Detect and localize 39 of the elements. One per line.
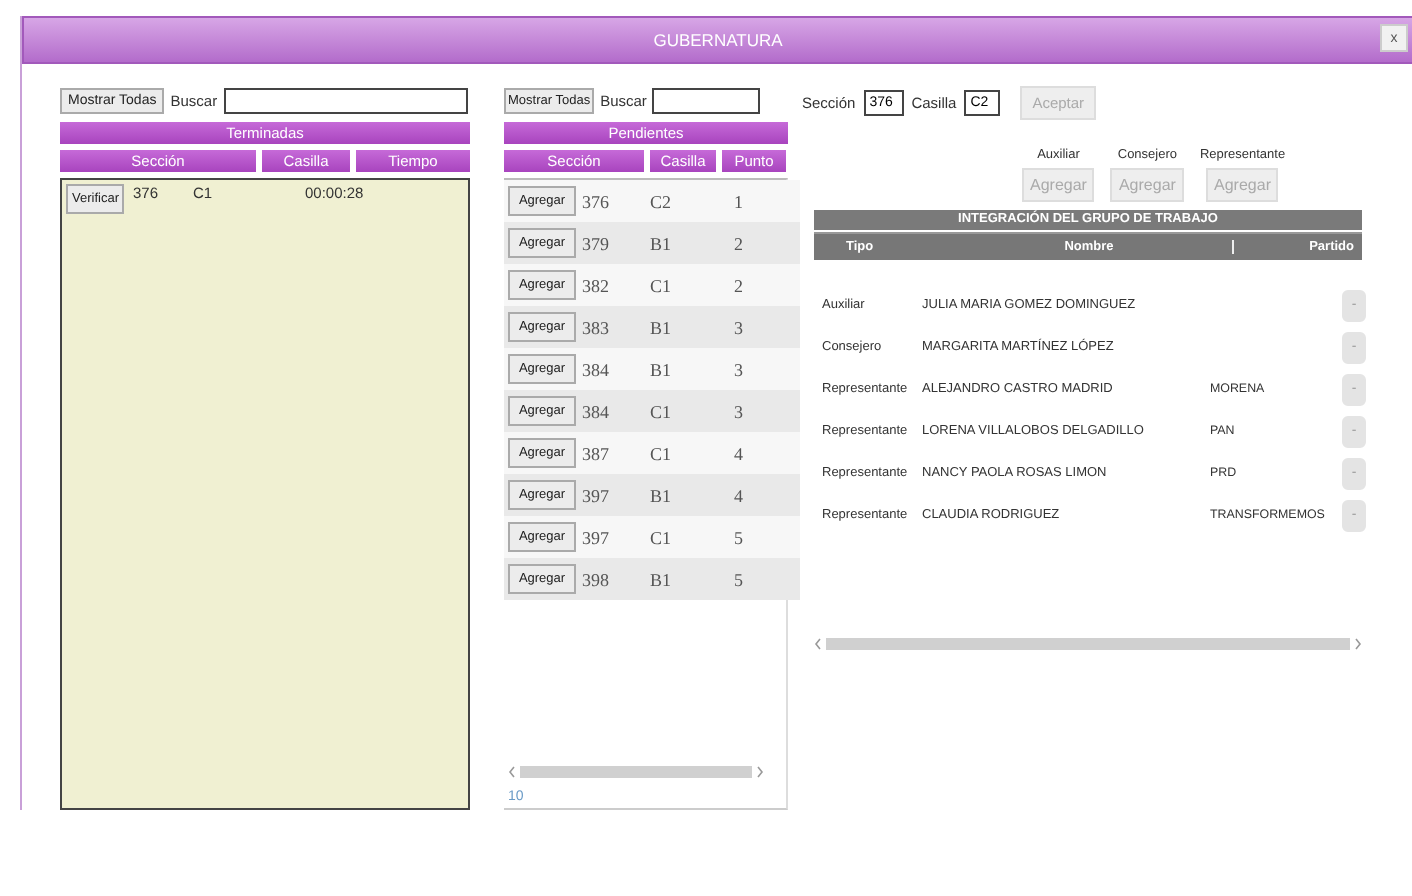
table-cell: 1 (734, 191, 743, 211)
table-cell: 5 (734, 569, 743, 589)
table-cell: 4 (734, 443, 743, 463)
table-cell: 2 (734, 233, 743, 253)
table-cell: 3 (734, 359, 743, 379)
table-cell: 2 (734, 275, 743, 295)
table-cell-text: B1 (650, 485, 674, 505)
scroll-right-icon[interactable] (1354, 638, 1362, 650)
table-cell-text: 397 (580, 485, 611, 505)
search-field[interactable] (652, 87, 761, 113)
table-cell-text: C1 (650, 275, 674, 295)
table-cell-text: 384 (580, 359, 611, 379)
search-field[interactable] (223, 87, 468, 113)
table-cell-text: 379 (580, 233, 611, 253)
table-cell: 4 (734, 485, 743, 505)
table-cell: 3 (734, 317, 743, 337)
table-cell-text: 397 (580, 527, 611, 547)
table-cell-text: C1 (650, 527, 674, 547)
table-cell-text: C1 (650, 443, 674, 463)
table-cell-text: 398 (580, 569, 611, 589)
window-title: GUBERNATURA (653, 30, 783, 50)
horizontal-scrollbar[interactable] (814, 636, 1362, 652)
table-cell-text: C1 (650, 401, 674, 421)
horizontal-scrollbar[interactable] (508, 764, 764, 780)
table-cell-text: 383 (580, 317, 611, 337)
scroll-right-icon[interactable] (756, 766, 764, 778)
table-cell-text: 387 (580, 443, 611, 463)
table-cell-text: B1 (650, 317, 674, 337)
table-cell-text: 376 (580, 191, 611, 211)
table-cell-text: B1 (650, 359, 674, 379)
scroll-left-icon[interactable] (814, 638, 822, 650)
table-cell: 5 (734, 527, 743, 547)
table-cell-text: 382 (580, 275, 611, 295)
table-cell: 3 (734, 401, 743, 421)
scroll-left-icon[interactable] (508, 766, 516, 778)
table-cell-text: B1 (650, 233, 674, 253)
table-cell-text: C2 (650, 191, 674, 211)
table-cell-text: 384 (580, 401, 611, 421)
table-cell-text: B1 (650, 569, 674, 589)
